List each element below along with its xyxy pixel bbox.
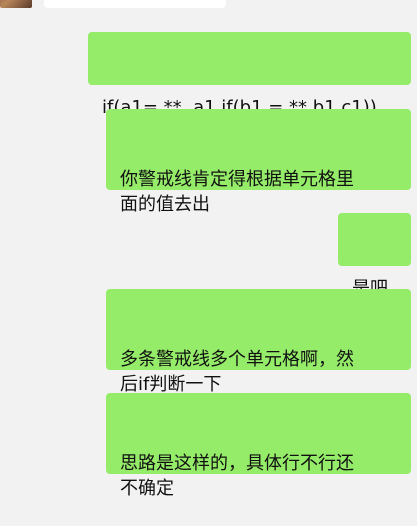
message-text: 多条警戒线多个单元格啊，然 后if判断一下 [120, 349, 354, 395]
message-text: 思路是这样的，具体行不行还 不确定 [120, 453, 354, 499]
outgoing-message-bubble[interactable]: 你警戒线肯定得根据单元格里 面的值去出 [106, 109, 411, 215]
outgoing-message-bubble[interactable]: 思路是这样的，具体行不行还 不确定 [106, 393, 411, 499]
incoming-message-bubble[interactable] [44, 0, 226, 8]
outgoing-message-bubble[interactable]: if(a1= **, a1,if(b1 = **,b1,c1)) [88, 32, 411, 118]
outgoing-message-bubble[interactable]: 多条警戒线多个单元格啊，然 后if判断一下 [106, 289, 411, 395]
message-text: 你警戒线肯定得根据单元格里 面的值去出 [120, 169, 354, 215]
contact-avatar[interactable] [0, 0, 32, 8]
outgoing-message-bubble[interactable]: 是吧 [338, 213, 411, 299]
